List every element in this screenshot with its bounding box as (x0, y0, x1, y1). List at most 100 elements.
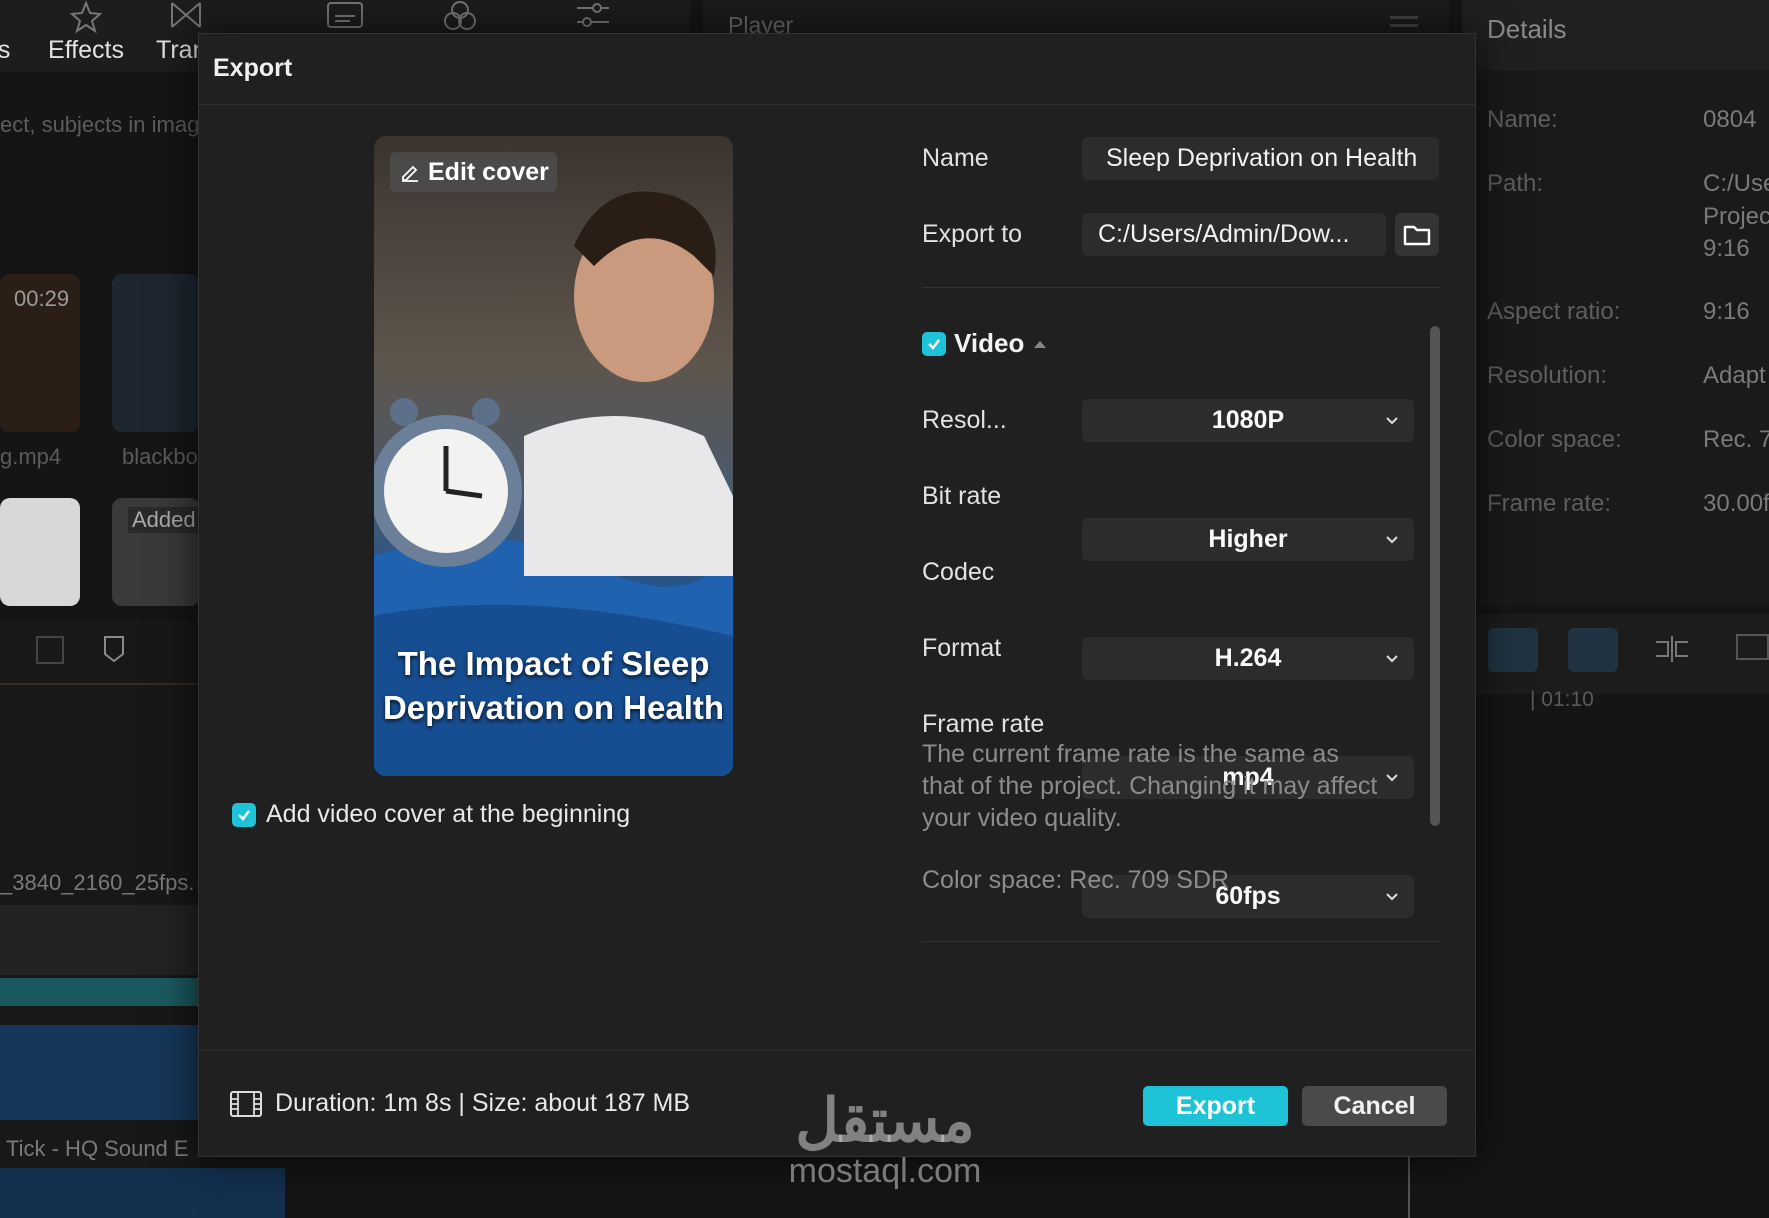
edit-cover-label: Edit cover (428, 157, 549, 186)
cancel-button[interactable]: Cancel (1302, 1086, 1447, 1126)
export-to-label: Export to (922, 220, 1023, 248)
detail-key: Aspect ratio: (1487, 298, 1621, 325)
duration-size-text: Duration: 1m 8s | Size: about 187 MB (275, 1089, 691, 1117)
add-cover-checkbox-row[interactable]: Add video cover at the beginning (232, 800, 630, 829)
detail-value: 9:16 (1703, 298, 1750, 325)
toolbar-item-effects[interactable]: Effects (26, 0, 146, 72)
export-button[interactable]: Export (1143, 1086, 1288, 1126)
chevron-down-icon (1386, 893, 1398, 901)
watermark-latin: mostaql.com (788, 1152, 982, 1190)
codec-value: H.264 (1214, 644, 1282, 672)
frame-rate-note: The current frame rate is the same as th… (922, 740, 1378, 832)
split-icon[interactable] (1652, 634, 1692, 664)
bit-rate-select[interactable]: Higher (1082, 518, 1414, 561)
dialog-title: Export (213, 54, 293, 82)
checkmark-icon (928, 338, 940, 350)
detail-key: Resolution: (1487, 362, 1608, 389)
menu-icon[interactable] (1390, 16, 1418, 19)
cover-title-line: The Impact of Sleep (397, 645, 710, 682)
watermark-arabic: مستقل (795, 1087, 975, 1154)
toolbar-item-label: Effects (48, 36, 124, 64)
playhead[interactable] (1408, 1157, 1410, 1218)
frame-rate-label: Frame rate (922, 710, 1045, 738)
details-title: Details (1487, 14, 1567, 44)
detail-key: Frame rate: (1487, 490, 1612, 517)
media-thumbnail[interactable] (0, 498, 80, 606)
media-search-hint: ect, subjects in image (0, 112, 212, 137)
export-path-value: C:/Users/Admin/Dow... (1098, 220, 1350, 248)
added-badge: Added (128, 507, 200, 533)
pencil-icon (402, 165, 418, 182)
media-name: g.mp4 (0, 444, 62, 469)
video-section-label: Video (954, 328, 1025, 358)
film-strip-icon (230, 1090, 262, 1117)
audio-waveform[interactable] (0, 1168, 285, 1218)
resolution-select[interactable]: 1080P (1082, 399, 1414, 442)
chevron-down-icon (1386, 536, 1398, 544)
captions-icon (327, 2, 363, 28)
resolution-value: 1080P (1211, 406, 1285, 434)
video-checkbox[interactable] (922, 331, 946, 356)
media-thumbnail[interactable] (112, 274, 200, 432)
name-label: Name (922, 144, 989, 172)
export-path-input[interactable]: C:/Users/Admin/Dow... (1082, 213, 1386, 256)
media-duration: 00:29 (14, 286, 70, 311)
detail-value: Adapt (1703, 362, 1766, 389)
chevron-down-icon (1386, 774, 1398, 782)
watermark: مستقل mostaql.com (770, 1087, 1000, 1191)
transition-bowtie-icon (171, 2, 201, 28)
cover-title: The Impact of Sleep Deprivation on Healt… (374, 642, 733, 730)
clip-bar[interactable] (0, 978, 200, 1006)
bit-rate-value: Higher (1208, 525, 1288, 553)
export-summary: Duration: 1m 8s | Size: about 187 MB (229, 1089, 690, 1118)
detail-value: Projec (1703, 203, 1769, 230)
detail-value: 9:16 (1703, 235, 1750, 262)
divider (199, 1050, 1475, 1051)
audio-clip-name: Tick - HQ Sound E (6, 1136, 189, 1161)
name-value: Sleep Deprivation on Health (1106, 144, 1418, 172)
chevron-down-icon (1386, 417, 1398, 425)
resolution-label: Resol... (922, 406, 1007, 434)
audio-waveform[interactable] (0, 1025, 200, 1120)
marker-icon[interactable] (102, 634, 126, 664)
video-clip-frames[interactable] (0, 905, 200, 975)
add-cover-checkbox[interactable] (232, 802, 256, 827)
detail-key: Path: (1487, 170, 1544, 197)
divider (199, 104, 1475, 105)
detail-value: C:/Use (1703, 170, 1769, 197)
cover-title-line: Deprivation on Health (382, 689, 725, 726)
edit-cover-button[interactable]: Edit cover (390, 152, 557, 192)
add-cover-label: Add video cover at the beginning (266, 800, 631, 828)
caret-up-icon[interactable] (1032, 339, 1048, 349)
codec-label: Codec (922, 558, 995, 586)
detail-key: Name: (1487, 106, 1558, 133)
codec-select[interactable]: H.264 (1082, 637, 1414, 680)
browse-folder-button[interactable] (1395, 213, 1439, 256)
timeline-ruler (0, 683, 200, 685)
cover-preview[interactable]: Edit cover The Impact of Sleep Deprivati… (374, 136, 733, 776)
snap-icon[interactable] (1488, 628, 1538, 672)
star-sparkle-icon (69, 0, 103, 34)
detail-value: 0804 (1703, 106, 1757, 133)
preview-icon[interactable] (1736, 634, 1769, 660)
export-dialog: Export Edit cover The Impact of Sleep De… (198, 33, 1476, 1157)
media-name: blackbo (122, 444, 198, 469)
video-section-toggle[interactable]: Video (922, 328, 1048, 359)
format-label: Format (922, 634, 1002, 662)
settings-scrollbar[interactable] (1430, 326, 1440, 826)
video-clip-name: _3840_2160_25fps. (0, 870, 195, 895)
detail-value: 30.00f (1703, 490, 1769, 517)
adjust-sliders-icon (577, 3, 609, 27)
filters-icon (444, 1, 476, 30)
detail-key: Color space: (1487, 426, 1622, 453)
chevron-down-icon (1386, 655, 1398, 663)
name-input[interactable]: Sleep Deprivation on Health (1082, 137, 1439, 180)
divider (922, 287, 1440, 288)
timeline-tick: | 01:10 (1530, 688, 1594, 711)
checkmark-icon (238, 809, 250, 821)
color-space-info: Color space: Rec. 709 SDR (922, 866, 1230, 894)
link-icon[interactable] (1568, 628, 1618, 672)
folder-icon (1403, 225, 1431, 245)
delete-icon[interactable] (36, 636, 64, 664)
detail-value: Rec. 7 (1703, 426, 1769, 453)
